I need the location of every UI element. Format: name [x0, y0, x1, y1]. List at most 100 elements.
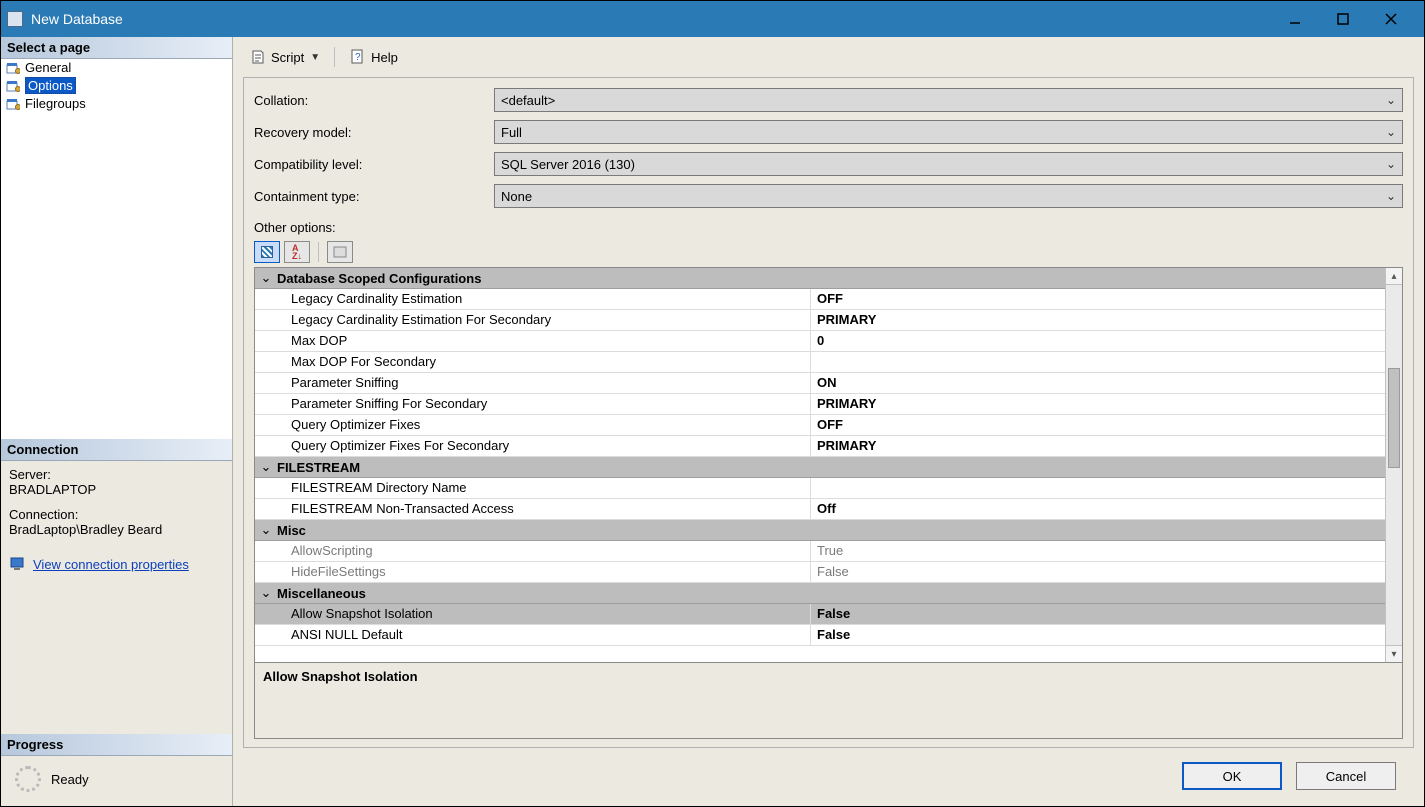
chevron-down-icon: ⌄	[1386, 125, 1396, 139]
containment-label: Containment type:	[254, 189, 494, 204]
script-label: Script	[271, 50, 304, 65]
scroll-down-button[interactable]: ▾	[1386, 645, 1402, 662]
categorized-sort-button[interactable]	[254, 241, 280, 263]
window-title: New Database	[31, 11, 1286, 27]
page-icon	[5, 97, 21, 111]
property-name: AllowScripting	[291, 541, 811, 561]
containment-type-dropdown[interactable]: None ⌄	[494, 184, 1403, 208]
toolbar: Script ▼ ? Help	[243, 43, 1414, 77]
left-pane: Select a page GeneralOptionsFilegroups C…	[1, 37, 233, 806]
property-value[interactable]: False	[811, 562, 1385, 582]
property-value[interactable]: PRIMARY	[811, 436, 1385, 456]
property-group-title: FILESTREAM	[277, 460, 360, 475]
property-group-header[interactable]: ⌄Database Scoped Configurations	[255, 268, 1385, 289]
property-grid-scrollbar[interactable]: ▴ ▾	[1385, 268, 1402, 662]
property-value[interactable]: True	[811, 541, 1385, 561]
options-form: Collation: <default> ⌄ Recovery model: F…	[243, 77, 1414, 748]
page-item-general[interactable]: General	[1, 59, 232, 76]
property-value[interactable]: PRIMARY	[811, 394, 1385, 414]
property-name: Parameter Sniffing	[291, 373, 811, 393]
property-group-title: Miscellaneous	[277, 586, 366, 601]
maximize-button[interactable]	[1334, 10, 1352, 28]
property-grid[interactable]: ⌄Database Scoped ConfigurationsLegacy Ca…	[255, 268, 1385, 662]
view-connection-properties-link[interactable]: View connection properties	[33, 557, 189, 572]
select-page-header: Select a page	[1, 37, 232, 59]
property-name: Parameter Sniffing For Secondary	[291, 394, 811, 414]
property-row[interactable]: Parameter SniffingON	[255, 373, 1385, 394]
property-name: Query Optimizer Fixes	[291, 415, 811, 435]
connection-header: Connection	[1, 439, 232, 461]
property-row[interactable]: Max DOP0	[255, 331, 1385, 352]
scroll-up-button[interactable]: ▴	[1386, 268, 1402, 285]
page-list[interactable]: GeneralOptionsFilegroups	[1, 59, 232, 439]
property-description-panel: Allow Snapshot Isolation	[254, 663, 1403, 739]
property-row[interactable]: Legacy Cardinality EstimationOFF	[255, 289, 1385, 310]
recovery-model-dropdown[interactable]: Full ⌄	[494, 120, 1403, 144]
property-value[interactable]: 0	[811, 331, 1385, 351]
property-row[interactable]: ANSI NULL DefaultFalse	[255, 625, 1385, 646]
page-item-filegroups[interactable]: Filegroups	[1, 95, 232, 112]
property-value[interactable]: OFF	[811, 415, 1385, 435]
minimize-button[interactable]	[1286, 10, 1304, 28]
collapse-icon[interactable]: ⌄	[255, 522, 277, 538]
az-icon: AZ↓	[292, 244, 302, 260]
chevron-down-icon: ⌄	[1386, 93, 1396, 107]
property-value[interactable]: False	[811, 625, 1385, 645]
scroll-thumb[interactable]	[1388, 368, 1400, 468]
property-name: Legacy Cardinality Estimation For Second…	[291, 310, 811, 330]
property-row[interactable]: AllowScriptingTrue	[255, 541, 1385, 562]
property-row[interactable]: Allow Snapshot IsolationFalse	[255, 604, 1385, 625]
recovery-label: Recovery model:	[254, 125, 494, 140]
collapse-icon[interactable]: ⌄	[255, 585, 277, 601]
property-name: Legacy Cardinality Estimation	[291, 289, 811, 309]
property-name: Query Optimizer Fixes For Secondary	[291, 436, 811, 456]
page-item-label: Filegroups	[25, 96, 86, 111]
property-group-header[interactable]: ⌄Miscellaneous	[255, 583, 1385, 604]
collation-dropdown[interactable]: <default> ⌄	[494, 88, 1403, 112]
property-row[interactable]: Max DOP For Secondary	[255, 352, 1385, 373]
property-name: FILESTREAM Directory Name	[291, 478, 811, 498]
property-row[interactable]: Query Optimizer FixesOFF	[255, 415, 1385, 436]
property-row[interactable]: Legacy Cardinality Estimation For Second…	[255, 310, 1385, 331]
close-button[interactable]	[1382, 10, 1400, 28]
toolbar-separator	[334, 47, 335, 67]
ok-button[interactable]: OK	[1182, 762, 1282, 790]
property-group-header[interactable]: ⌄FILESTREAM	[255, 457, 1385, 478]
property-name: Max DOP For Secondary	[291, 352, 811, 372]
cancel-button[interactable]: Cancel	[1296, 762, 1396, 790]
sort-separator	[318, 242, 319, 262]
alphabetical-sort-button[interactable]: AZ↓	[284, 241, 310, 263]
property-row[interactable]: HideFileSettingsFalse	[255, 562, 1385, 583]
property-pages-button[interactable]	[327, 241, 353, 263]
page-icon	[5, 79, 21, 93]
property-value[interactable]	[811, 352, 1385, 372]
database-icon	[7, 11, 23, 27]
collapse-icon[interactable]: ⌄	[255, 270, 277, 286]
page-item-options[interactable]: Options	[1, 76, 232, 95]
property-value[interactable]	[811, 478, 1385, 498]
svg-text:?: ?	[355, 52, 361, 63]
chevron-down-icon: ⌄	[1386, 157, 1396, 171]
categorize-icon	[261, 246, 273, 258]
property-value[interactable]: False	[811, 604, 1385, 624]
compat-value: SQL Server 2016 (130)	[501, 157, 1386, 172]
property-value[interactable]: Off	[811, 499, 1385, 519]
property-name: Max DOP	[291, 331, 811, 351]
collapse-icon[interactable]: ⌄	[255, 459, 277, 475]
connection-label: Connection:	[9, 507, 224, 522]
property-row[interactable]: Query Optimizer Fixes For SecondaryPRIMA…	[255, 436, 1385, 457]
property-row[interactable]: Parameter Sniffing For SecondaryPRIMARY	[255, 394, 1385, 415]
dialog-footer: OK Cancel	[243, 748, 1414, 806]
property-value[interactable]: OFF	[811, 289, 1385, 309]
property-row[interactable]: FILESTREAM Directory Name	[255, 478, 1385, 499]
property-name: FILESTREAM Non-Transacted Access	[291, 499, 811, 519]
property-value[interactable]: PRIMARY	[811, 310, 1385, 330]
progress-status: Ready	[51, 772, 89, 787]
property-row[interactable]: FILESTREAM Non-Transacted AccessOff	[255, 499, 1385, 520]
titlebar: New Database	[1, 1, 1424, 37]
script-button[interactable]: Script ▼	[249, 48, 320, 66]
property-value[interactable]: ON	[811, 373, 1385, 393]
help-button[interactable]: ? Help	[349, 48, 398, 66]
compatibility-level-dropdown[interactable]: SQL Server 2016 (130) ⌄	[494, 152, 1403, 176]
property-group-header[interactable]: ⌄Misc	[255, 520, 1385, 541]
